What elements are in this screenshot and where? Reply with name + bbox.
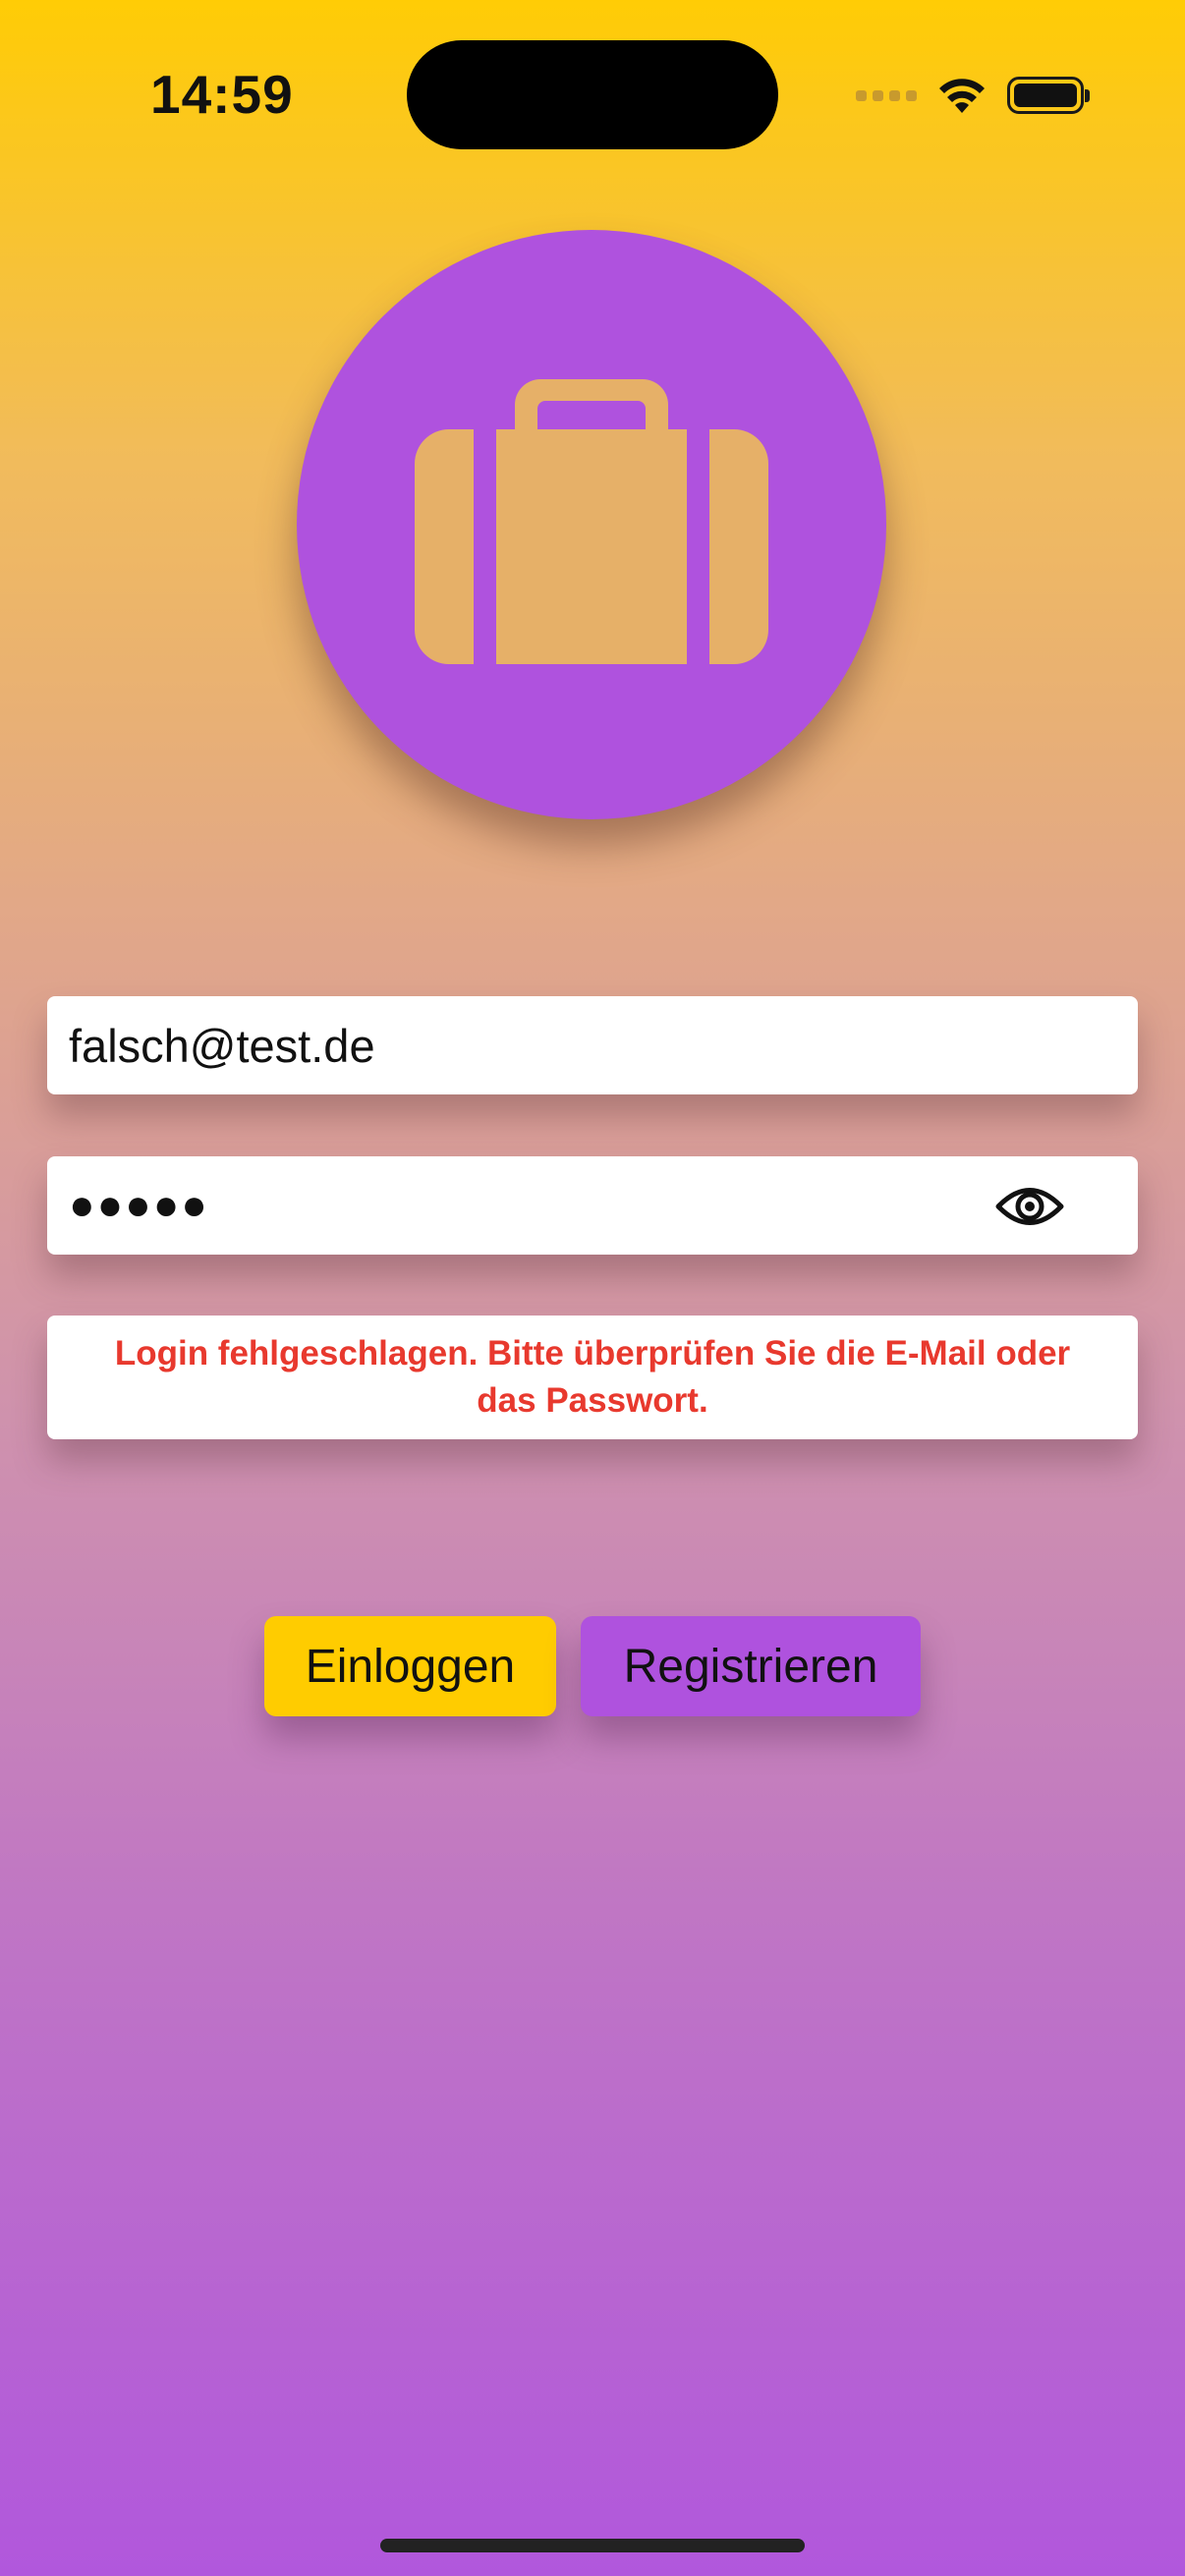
suitcase-icon [415, 379, 768, 664]
password-value: ●●●●● [69, 1181, 209, 1229]
email-value: falsch@test.de [69, 1019, 375, 1072]
register-button[interactable]: Registrieren [581, 1616, 921, 1716]
home-indicator[interactable] [380, 2539, 805, 2552]
battery-icon [1007, 77, 1090, 114]
app-logo [297, 230, 886, 819]
login-button[interactable]: Einloggen [264, 1616, 556, 1716]
error-message-box: Login fehlgeschlagen. Bitte überprüfen S… [47, 1316, 1138, 1439]
eye-icon [995, 1188, 1064, 1225]
cellular-signal-icon [856, 89, 917, 101]
password-visibility-toggle[interactable] [973, 1182, 1087, 1231]
dynamic-island [407, 40, 778, 149]
password-field[interactable]: ●●●●● [47, 1156, 1138, 1255]
email-field[interactable]: falsch@test.de [47, 996, 1138, 1094]
status-time: 14:59 [150, 64, 294, 125]
error-message: Login fehlgeschlagen. Bitte überprüfen S… [114, 1334, 1071, 1420]
status-indicators [856, 71, 1090, 120]
wifi-icon [939, 79, 985, 113]
